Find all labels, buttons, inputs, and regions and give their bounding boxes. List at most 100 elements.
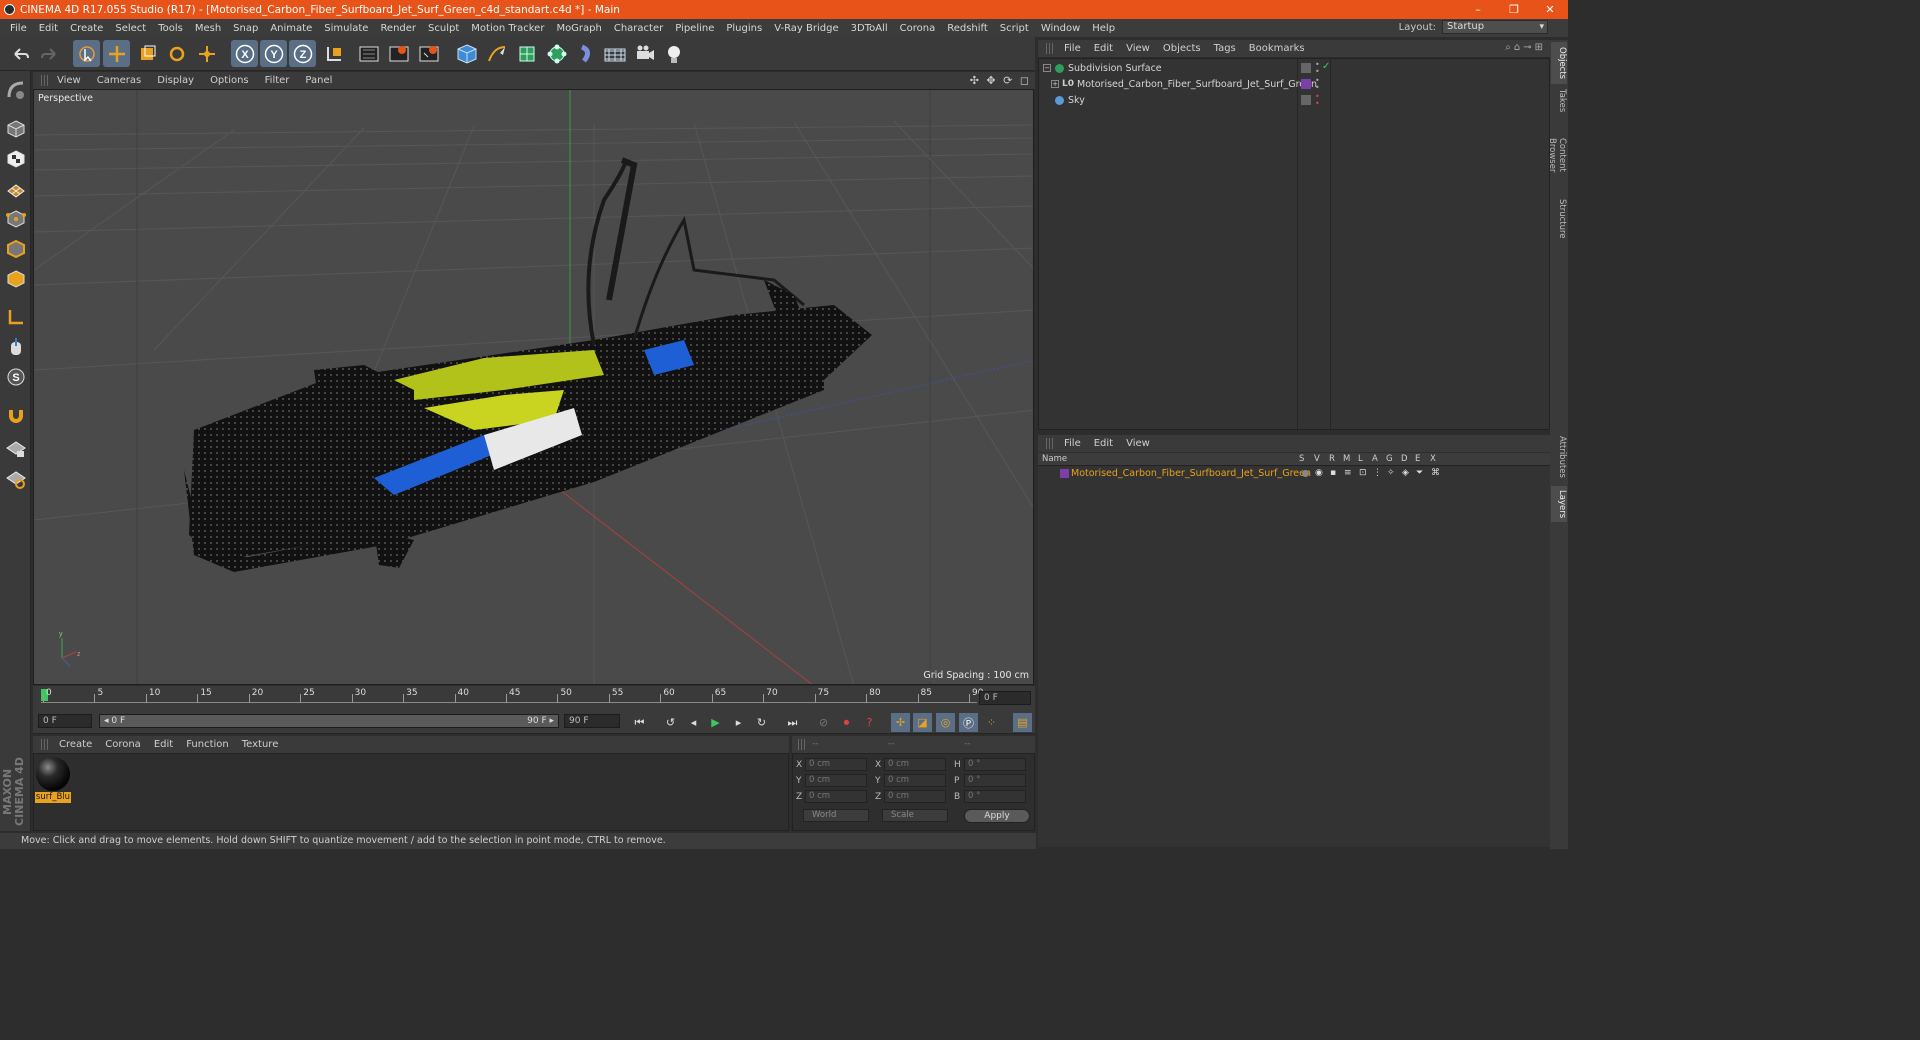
lock-toggle-icon[interactable]: ⊡	[1359, 468, 1367, 478]
object-name[interactable]: Sky	[1068, 95, 1085, 106]
pos-x-field[interactable]: 0 cm	[805, 758, 867, 771]
menu-corona[interactable]: Corona	[894, 23, 942, 34]
tab-attributes[interactable]: Attributes	[1551, 432, 1567, 482]
rot-b-field[interactable]: 0 °	[964, 790, 1026, 803]
polygons-mode-icon[interactable]	[2, 265, 29, 292]
panel-grip[interactable]	[1046, 438, 1054, 449]
menu-help[interactable]: Help	[1086, 23, 1121, 34]
viewport-menu-options[interactable]: Options	[202, 75, 257, 86]
go-to-start-icon[interactable]: ⏮	[630, 713, 649, 732]
xref-toggle-icon[interactable]: ⌘	[1431, 468, 1440, 478]
layer-row[interactable]: Motorised_Carbon_Fiber_Surfboard_Jet_Sur…	[1038, 467, 1550, 481]
panel-grip[interactable]	[41, 739, 49, 750]
tweak-mode-icon[interactable]	[2, 333, 29, 360]
viewport-menu-display[interactable]: Display	[149, 75, 202, 86]
tab-takes[interactable]: Takes	[1551, 86, 1567, 116]
key-rotation-icon[interactable]: ◎	[936, 713, 955, 732]
menu-redshift[interactable]: Redshift	[941, 23, 994, 34]
menu-simulate[interactable]: Simulate	[318, 23, 374, 34]
menu-snap[interactable]: Snap	[227, 23, 264, 34]
layer-tag-icon[interactable]	[1301, 63, 1311, 73]
object-row[interactable]: − Subdivision Surface • • ✓	[1039, 61, 1549, 77]
scale-tool-icon[interactable]	[133, 40, 160, 67]
view-toggle-icon[interactable]: ◉	[1315, 468, 1323, 478]
start-frame-field[interactable]: 0 F	[38, 714, 92, 728]
object-menu-edit[interactable]: Edit	[1088, 43, 1120, 54]
menu-edit[interactable]: Edit	[33, 23, 64, 34]
redo-icon[interactable]	[36, 40, 63, 67]
layer-tag-icon[interactable]	[1301, 95, 1311, 105]
play-forward-icon[interactable]: ▶	[706, 713, 725, 732]
previous-frame-icon[interactable]: ◂	[684, 713, 703, 732]
points-mode-icon[interactable]	[2, 205, 29, 232]
menu-create[interactable]: Create	[64, 23, 109, 34]
menu-character[interactable]: Character	[608, 23, 669, 34]
collapse-toggle-icon[interactable]: −	[1043, 64, 1051, 72]
light-icon[interactable]	[660, 40, 687, 67]
next-frame-icon[interactable]: ▸	[729, 713, 748, 732]
key-pla-icon[interactable]: ⁘	[982, 713, 1001, 732]
mograph-cloner-icon[interactable]	[543, 40, 570, 67]
snap-toggle-icon[interactable]: S	[2, 363, 29, 390]
key-scale-icon[interactable]: ◪	[913, 713, 932, 732]
enabled-check-icon[interactable]: ✓	[1322, 61, 1330, 72]
material-menu-texture[interactable]: Texture	[236, 739, 286, 750]
menu-mesh[interactable]: Mesh	[189, 23, 227, 34]
edges-mode-icon[interactable]	[2, 235, 29, 262]
close-button[interactable]: ✕	[1532, 0, 1568, 19]
keyframe-selection-icon[interactable]: ?	[860, 713, 879, 732]
visibility-dots-icon[interactable]: • •	[1315, 93, 1320, 108]
solo-toggle-icon[interactable]	[1302, 470, 1309, 477]
layout-dropdown[interactable]: Startup	[1442, 20, 1548, 34]
pos-y-field[interactable]: 0 cm	[805, 774, 867, 787]
rot-h-field[interactable]: 0 °	[964, 758, 1026, 771]
menu-mograph[interactable]: MoGraph	[550, 23, 607, 34]
panel-grip[interactable]	[41, 75, 49, 86]
menu-script[interactable]: Script	[994, 23, 1035, 34]
generator-toggle-icon[interactable]: ✧	[1387, 468, 1395, 478]
pos-z-field[interactable]: 0 cm	[805, 790, 867, 803]
visibility-dots-icon[interactable]: • •	[1315, 61, 1320, 76]
tab-structure[interactable]: Structure	[1551, 196, 1567, 240]
menu-render[interactable]: Render	[374, 23, 422, 34]
object-menu-objects[interactable]: Objects	[1157, 43, 1208, 54]
menu-window[interactable]: Window	[1035, 23, 1086, 34]
expand-toggle-icon[interactable]: +	[1051, 80, 1059, 88]
panel-grip[interactable]	[798, 739, 806, 750]
rot-p-field[interactable]: 0 °	[964, 774, 1026, 787]
menu-pipeline[interactable]: Pipeline	[669, 23, 720, 34]
object-menu-bookmarks[interactable]: Bookmarks	[1243, 43, 1312, 54]
object-menu-file[interactable]: File	[1058, 43, 1088, 54]
move-tool-icon[interactable]	[103, 40, 130, 67]
material-menu-create[interactable]: Create	[53, 739, 99, 750]
tab-content-browser[interactable]: Content Browser	[1547, 118, 1567, 192]
go-to-end-icon[interactable]: ⏭	[783, 713, 802, 732]
object-name[interactable]: Subdivision Surface	[1068, 63, 1162, 74]
layer-color-swatch[interactable]	[1060, 469, 1069, 478]
expression-toggle-icon[interactable]: ⏷	[1416, 468, 1423, 478]
search-icon[interactable]: ⌕	[1505, 42, 1514, 53]
preview-range-slider[interactable]: ◂ 0 F 90 F ▸	[99, 714, 559, 728]
layer-menu-view[interactable]: View	[1120, 438, 1157, 449]
floor-environment-icon[interactable]	[601, 40, 628, 67]
menu-vray-bridge[interactable]: V-Ray Bridge	[768, 23, 844, 34]
timeline-ruler[interactable]: 0 5 10 15 20 25 30 35 40 45 50 55 60 65 70 75 80 85 90 0 F	[33, 686, 1035, 710]
panel-grip[interactable]	[1046, 43, 1054, 54]
live-selection-icon[interactable]	[73, 40, 100, 67]
texture-mode-icon[interactable]	[2, 145, 29, 172]
material-menu-corona[interactable]: Corona	[99, 739, 148, 750]
render-view-icon[interactable]	[355, 40, 382, 67]
render-settings-icon[interactable]	[415, 40, 442, 67]
x-axis-lock-button[interactable]: X	[231, 40, 258, 67]
deformer-bend-icon[interactable]	[573, 40, 600, 67]
render-picture-viewer-icon[interactable]	[385, 40, 412, 67]
material-name-label[interactable]: surf_Blu	[35, 792, 71, 803]
menu-tools[interactable]: Tools	[152, 23, 189, 34]
coordinate-space-dropdown[interactable]: World	[803, 809, 869, 822]
model-mode-icon[interactable]	[2, 115, 29, 142]
object-menu-view[interactable]: View	[1120, 43, 1157, 54]
timeline-window-icon[interactable]: ▤	[1013, 713, 1032, 732]
viewport-menu-cameras[interactable]: Cameras	[89, 75, 149, 86]
coordinate-system-icon[interactable]	[320, 40, 347, 67]
rotate-tool-icon[interactable]	[163, 40, 190, 67]
